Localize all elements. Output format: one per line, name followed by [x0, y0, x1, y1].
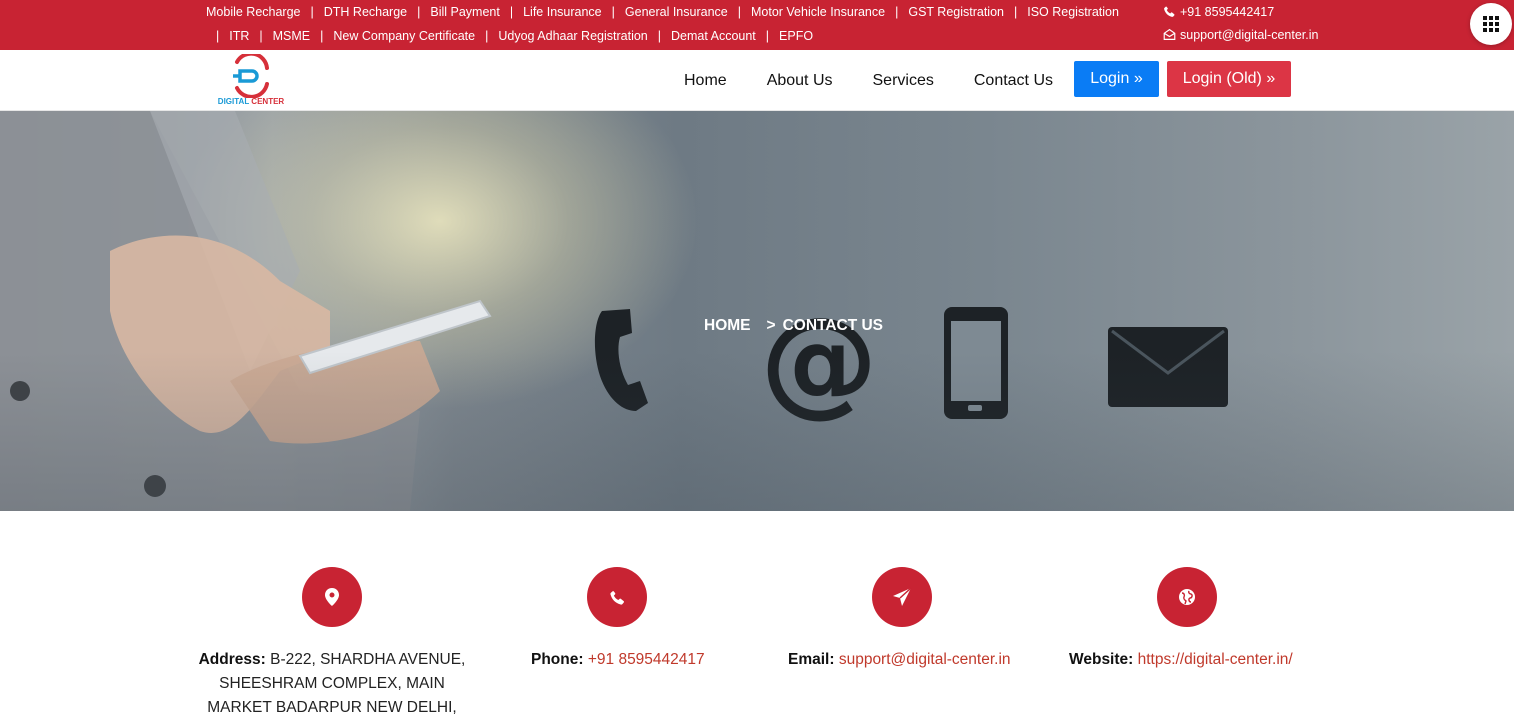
top-bar: Mobile Recharge | DTH Recharge | Bill Pa… — [0, 0, 1514, 50]
grid-menu-icon — [1483, 16, 1499, 32]
breadcrumb: HOME > CONTACT US — [704, 317, 883, 335]
link-iso-registration[interactable]: ISO Registration — [1027, 5, 1119, 19]
top-contact: +91 8595442417 support@digital-center.in — [1163, 0, 1318, 46]
website-value-link[interactable]: https://digital-center.in/ — [1138, 651, 1293, 668]
login-old-button[interactable]: Login (Old) » — [1167, 61, 1291, 97]
phone-icon — [1164, 5, 1175, 17]
nav-home[interactable]: Home — [684, 72, 727, 90]
contact-info-section: Address: B-222, SHARDHA AVENUE, SHEESHRA… — [0, 511, 1514, 714]
link-dth-recharge[interactable]: DTH Recharge — [324, 5, 407, 19]
link-msme[interactable]: MSME — [273, 29, 311, 43]
site-logo[interactable]: DIGITAL CENTER — [213, 51, 289, 108]
email-value-link[interactable]: support@digital-center.in — [839, 651, 1011, 668]
grid-menu-button[interactable] — [1470, 3, 1512, 45]
phone-text: Phone: +91 8595442417 — [531, 648, 705, 672]
breadcrumb-home[interactable]: HOME — [704, 317, 751, 335]
top-phone-text: +91 8595442417 — [1180, 4, 1275, 19]
website-label: Website: — [1069, 651, 1134, 668]
separator: | — [310, 4, 314, 19]
website-card — [1157, 567, 1217, 627]
separator: | — [509, 4, 514, 19]
nav-services[interactable]: Services — [873, 72, 934, 90]
paper-plane-icon — [893, 587, 912, 606]
nav-about-us[interactable]: About Us — [767, 72, 833, 90]
separator: | — [1014, 4, 1018, 19]
top-email[interactable]: support@digital-center.in — [1163, 23, 1318, 46]
link-life-insurance[interactable]: Life Insurance — [523, 5, 602, 19]
link-new-company-certificate[interactable]: New Company Certificate — [333, 29, 475, 43]
separator: | — [417, 4, 421, 19]
nav-links: Home About Us Services Contact Us — [684, 50, 1093, 111]
link-mobile-recharge[interactable]: Mobile Recharge — [206, 5, 301, 19]
website-icon-circle — [1157, 567, 1217, 627]
link-udyog-adhaar-registration[interactable]: Udyog Adhaar Registration — [498, 29, 647, 43]
phone-value-link[interactable]: +91 8595442417 — [588, 651, 705, 668]
address-text: Address: B-222, SHARDHA AVENUE, SHEESHRA… — [197, 648, 467, 714]
separator: | — [320, 28, 324, 43]
login-button[interactable]: Login » — [1074, 61, 1159, 97]
separator: | — [737, 4, 741, 19]
logo-word-digital: DIGITAL — [217, 97, 250, 106]
link-motor-vehicle-insurance[interactable]: Motor Vehicle Insurance — [751, 5, 885, 19]
envelope-icon — [1163, 28, 1176, 40]
login-old-button-label: Login (Old) — [1182, 70, 1262, 87]
globe-icon — [1179, 589, 1195, 605]
separator: | — [259, 28, 263, 43]
double-chevron-right-icon: » — [1133, 70, 1143, 87]
email-label: Email: — [788, 651, 835, 668]
separator: | — [611, 4, 615, 19]
phone-card — [587, 567, 647, 627]
email-card — [872, 567, 932, 627]
link-demat-account[interactable]: Demat Account — [671, 29, 756, 43]
separator: | — [657, 28, 662, 43]
top-email-text: support@digital-center.in — [1180, 27, 1319, 42]
phone-label: Phone: — [531, 651, 584, 668]
link-itr[interactable]: ITR — [229, 29, 249, 43]
nav-contact-us[interactable]: Contact Us — [974, 72, 1053, 90]
login-button-label: Login — [1090, 70, 1130, 87]
address-icon-circle — [302, 567, 362, 627]
hero-shade — [0, 111, 1514, 511]
address-card — [302, 567, 362, 627]
address-label: Address: — [198, 651, 266, 668]
breadcrumb-separator: > — [766, 317, 776, 334]
separator: | — [765, 28, 770, 43]
link-bill-payment[interactable]: Bill Payment — [430, 5, 499, 19]
email-text: Email: support@digital-center.in — [788, 648, 1011, 672]
separator: | — [895, 4, 899, 19]
link-gst-registration[interactable]: GST Registration — [908, 5, 1004, 19]
hero-banner: @ HOME > CONTACT US — [0, 111, 1514, 511]
service-links-row-1: Mobile Recharge | DTH Recharge | Bill Pa… — [206, 0, 1119, 23]
link-general-insurance[interactable]: General Insurance — [625, 5, 728, 19]
link-epfo[interactable]: EPFO — [779, 29, 813, 43]
separator: | — [485, 28, 489, 43]
breadcrumb-current: CONTACT US — [782, 317, 884, 334]
website-text: Website: https://digital-center.in/ — [1069, 648, 1293, 672]
logo-wordmark: DIGITAL CENTER — [213, 97, 289, 106]
logo-mark-icon — [233, 51, 269, 99]
separator: | — [216, 28, 220, 43]
double-chevron-right-icon: » — [1266, 70, 1276, 87]
phone-icon — [609, 589, 624, 605]
top-phone[interactable]: +91 8595442417 — [1163, 0, 1318, 23]
phone-icon-circle — [587, 567, 647, 627]
map-marker-icon — [325, 588, 339, 606]
logo-word-center: CENTER — [251, 97, 285, 106]
service-links-row-2: | ITR | MSME | New Company Certificate |… — [216, 24, 813, 47]
email-icon-circle — [872, 567, 932, 627]
main-navbar: DIGITAL CENTER Home About Us Services Co… — [0, 50, 1514, 111]
